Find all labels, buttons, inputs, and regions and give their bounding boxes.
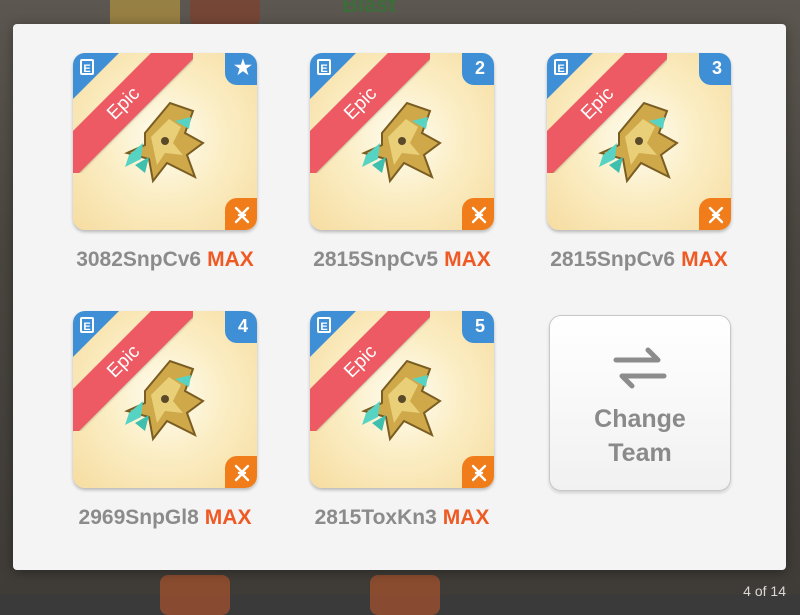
element-type-icon (471, 206, 487, 224)
page-indicator: 4 of 14 (743, 583, 786, 599)
level-max: MAX (442, 506, 490, 529)
change-team-label: Change Team (594, 405, 686, 467)
rank-number: 3 (711, 58, 722, 78)
element-type-icon (708, 206, 724, 224)
element-e-icon: E (317, 59, 331, 75)
background-decoration (370, 575, 440, 615)
change-team-button[interactable]: Change Team (549, 315, 731, 491)
dragon-card-image: Epic E 4 (73, 311, 257, 488)
dragon-name: 3082SnpCv6 (76, 248, 202, 271)
dragon-name: 2815SnpCv5 (313, 248, 439, 271)
dragon-card-image: Epic E 2 (310, 53, 494, 230)
card-label: 2815ToxKn3 MAX (290, 506, 514, 530)
swap-arrows-icon (613, 347, 667, 389)
card-label: 2815SnpCv6 MAX (527, 248, 751, 272)
dragon-card-2[interactable]: Epic E 2 2815SnpCv5 MAX (250, 24, 494, 271)
element-e-icon: E (80, 317, 94, 333)
background-title: Blast (342, 0, 396, 17)
dragon-card-3[interactable]: Epic E 3 2815SnpCv6 MAX (487, 24, 731, 271)
element-e-icon: E (554, 59, 568, 75)
background-decoration (190, 0, 260, 26)
dragon-name: 2815ToxKn3 (314, 506, 437, 529)
level-max: MAX (207, 248, 254, 271)
dragon-name: 2815SnpCv6 (550, 248, 676, 271)
dragon-card-image: Epic E 3 (547, 53, 731, 230)
dragon-card-image: Epic E 5 (310, 311, 494, 488)
element-type-icon (234, 464, 250, 482)
card-label: 2815SnpCv5 MAX (290, 248, 514, 272)
dragon-card-5[interactable]: Epic E 5 2815ToxKn3 MAX (250, 282, 494, 529)
card-label: 3082SnpCv6 MAX (53, 248, 277, 272)
element-type-icon (234, 206, 250, 224)
level-max: MAX (444, 248, 491, 271)
element-e-icon: E (80, 59, 94, 75)
dragon-card-image: Epic E ★ (73, 53, 257, 230)
dragon-card-1[interactable]: Epic E ★ 3082SnpCv6 MAX (13, 24, 257, 271)
level-max: MAX (204, 506, 252, 529)
background-decoration (160, 575, 230, 615)
element-e-icon: E (317, 317, 331, 333)
card-label: 2969SnpGl8 MAX (53, 506, 277, 530)
element-type-icon (471, 464, 487, 482)
level-max: MAX (681, 248, 728, 271)
dragon-card-4[interactable]: Epic E 4 2969SnpGl8 MAX (13, 282, 257, 529)
dragon-name: 2969SnpGl8 (78, 506, 199, 529)
rank-number: 5 (474, 316, 485, 336)
team-select-panel: Epic E ★ 3082SnpCv6 MAX Epic E 2 2815Snp… (13, 24, 786, 570)
